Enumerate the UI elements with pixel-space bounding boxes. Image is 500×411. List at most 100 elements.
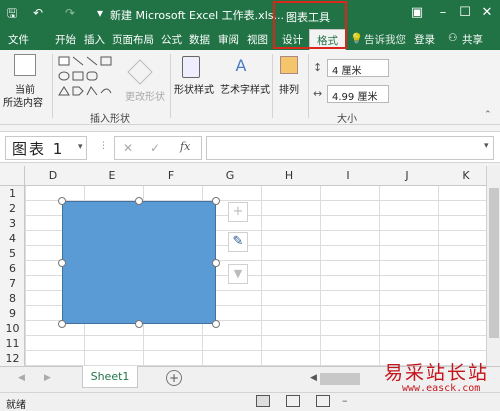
function-icon[interactable]: fx (180, 140, 190, 153)
minimize-icon[interactable]: – (434, 4, 452, 22)
context-tab-highlight (273, 1, 347, 49)
tab-formulas[interactable]: 公式 (161, 32, 182, 47)
resize-handle[interactable] (135, 320, 143, 328)
resize-handle[interactable] (212, 197, 220, 205)
enter-icon[interactable]: ✓ (150, 141, 160, 155)
resize-handle[interactable] (58, 259, 66, 267)
horizontal-scrollbar[interactable] (320, 373, 360, 385)
column-header[interactable]: F (161, 169, 181, 182)
tell-me-box[interactable]: 告诉我您 (364, 32, 406, 47)
page-layout-view-icon[interactable] (286, 395, 300, 407)
expand-formula-icon[interactable]: ▾ (484, 141, 489, 151)
size-group-label: 大小 (337, 114, 357, 125)
name-box-dropdown-icon[interactable]: ▾ (78, 142, 83, 152)
close-icon[interactable]: ✕ (478, 4, 496, 22)
row-header[interactable]: 6 (0, 262, 25, 275)
row-header[interactable]: 3 (0, 217, 25, 230)
row-header[interactable]: 1 (0, 187, 25, 200)
width-field[interactable]: 4.99 厘米 (327, 85, 389, 103)
signin-link[interactable]: 登录 (414, 32, 435, 47)
column-header[interactable]: I (338, 169, 358, 182)
scrollbar-thumb[interactable] (489, 188, 499, 338)
person-icon: ⚇ (448, 32, 458, 44)
edit-shape-icon[interactable] (124, 58, 156, 86)
height-icon: ↕ (313, 61, 323, 74)
customize-qat-icon[interactable]: ▾ (92, 5, 108, 21)
row-header[interactable]: 11 (0, 337, 25, 350)
add-sheet-icon[interactable]: + (166, 370, 182, 386)
height-field[interactable]: 4 厘米 (327, 59, 389, 77)
tab-data[interactable]: 数据 (189, 32, 210, 47)
watermark-url: www.easck.com (402, 383, 481, 394)
vertical-scrollbar[interactable] (486, 166, 500, 366)
column-header[interactable]: J (397, 169, 417, 182)
status-bar: 就绪 – (0, 392, 500, 411)
column-header[interactable]: G (220, 169, 240, 182)
resize-handle[interactable] (135, 197, 143, 205)
row-header[interactable]: 4 (0, 232, 25, 245)
hscroll-left-icon[interactable]: ◀ (310, 373, 317, 383)
undo-icon[interactable]: ↶ (30, 5, 46, 21)
shape-gallery[interactable] (57, 55, 121, 105)
row-header[interactable]: 9 (0, 307, 25, 320)
page-break-view-icon[interactable] (316, 395, 330, 407)
resize-handle[interactable] (58, 197, 66, 205)
column-headers: D E F G H I J K (0, 166, 486, 186)
window-title: 新建 Microsoft Excel 工作表.xls... (110, 9, 284, 22)
save-icon[interactable]: 🖫 (4, 5, 20, 21)
column-header[interactable]: K (456, 169, 476, 182)
normal-view-icon[interactable] (256, 395, 270, 407)
resize-handle[interactable] (212, 320, 220, 328)
arrange-button[interactable]: 排列 (279, 81, 299, 96)
insert-shapes-group-label: 插入形状 (90, 114, 130, 125)
change-shape-label[interactable]: 更改形状 (125, 88, 165, 103)
status-text: 就绪 (6, 400, 26, 411)
resize-handle[interactable] (212, 259, 220, 267)
column-header[interactable]: D (43, 169, 63, 182)
tab-view[interactable]: 视图 (247, 32, 268, 47)
redo-icon[interactable]: ↷ (62, 5, 78, 21)
sheet-tab[interactable]: Sheet1 (82, 366, 138, 388)
column-header[interactable]: E (102, 169, 122, 182)
prev-sheet-icon[interactable]: ◀ (18, 373, 25, 383)
column-header[interactable]: H (279, 169, 299, 182)
tab-file[interactable]: 文件 (8, 32, 29, 47)
row-header[interactable]: 2 (0, 202, 25, 215)
row-header[interactable]: 7 (0, 277, 25, 290)
cancel-icon[interactable]: ✕ (123, 141, 133, 155)
ribbon: 当前 所选内容 更改形状 插入形状 形状样式 A 艺术字样式 排列 ↕ 4 厘米… (0, 50, 500, 125)
row-header[interactable]: 10 (0, 322, 25, 335)
shape-styles-icon (182, 56, 200, 78)
chart-elements-plus-icon[interactable]: + (228, 202, 248, 222)
resize-handle[interactable] (58, 320, 66, 328)
formula-input[interactable] (206, 136, 494, 160)
next-sheet-icon[interactable]: ▶ (44, 373, 51, 383)
tab-review[interactable]: 审阅 (218, 32, 239, 47)
formula-bar: 图表 1 ▾ ⋮ ✕ ✓ fx ▾ (0, 131, 500, 163)
width-icon: ↔ (313, 87, 323, 100)
wordart-styles-button[interactable]: 艺术字样式 (220, 81, 270, 96)
row-header[interactable]: 5 (0, 247, 25, 260)
collapse-ribbon-icon[interactable]: ⌃ (484, 110, 492, 120)
shape-styles-button[interactable]: 形状样式 (174, 81, 214, 96)
chart-filters-filter-icon[interactable]: ▼ (228, 264, 248, 284)
wordart-icon: A (235, 56, 247, 75)
title-bar: 🖫 ↶ ↷ ▾ 新建 Microsoft Excel 工作表.xls... 图表… (0, 0, 500, 28)
ribbon-options-icon[interactable]: ▣ (408, 4, 426, 22)
name-box[interactable]: 图表 1 (5, 136, 87, 160)
share-button[interactable]: 共享 (462, 32, 483, 47)
tab-page-layout[interactable]: 页面布局 (112, 32, 154, 47)
tab-home[interactable]: 开始 (55, 32, 76, 47)
watermark-brand: 易采站长站 (384, 362, 490, 384)
maximize-icon[interactable]: ☐ (456, 4, 474, 22)
select-all-corner[interactable] (0, 166, 25, 186)
current-selection-label-2[interactable]: 所选内容 (3, 94, 43, 109)
tab-insert[interactable]: 插入 (84, 32, 105, 47)
chart-object[interactable] (62, 201, 216, 324)
chart-styles-brush-icon[interactable]: ✎ (228, 232, 248, 252)
zoom-out-icon[interactable]: – (342, 394, 348, 407)
lightbulb-icon: 💡 (350, 33, 364, 45)
row-header[interactable]: 12 (0, 352, 25, 365)
row-header[interactable]: 8 (0, 292, 25, 305)
arrange-icon (280, 56, 298, 74)
